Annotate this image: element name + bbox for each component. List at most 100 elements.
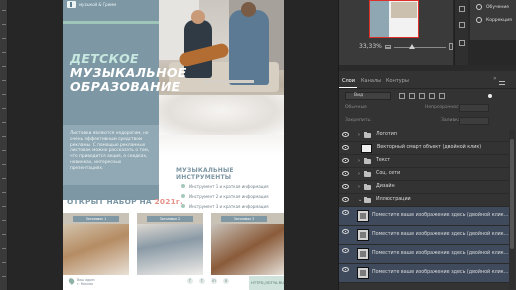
card-photo: [211, 224, 284, 275]
location-pin-icon: [67, 277, 76, 285]
layer-row[interactable]: › Текст: [339, 155, 509, 168]
visibility-eye-icon[interactable]: [342, 267, 349, 272]
filter-smart-icon[interactable]: [439, 93, 445, 99]
visibility-eye-icon[interactable]: [342, 171, 349, 176]
visibility-eye-icon[interactable]: [342, 229, 349, 234]
zoom-slider-handle[interactable]: [409, 44, 415, 49]
layers-scrollbar[interactable]: [509, 129, 515, 289]
navigator-panel: 33,33%: [339, 0, 453, 65]
visibility-eye-icon[interactable]: [342, 145, 349, 150]
folder-icon: [364, 171, 371, 177]
twitter-icon: t: [199, 278, 205, 284]
flyer-title-line1: ДЕТСКОЕ: [70, 51, 139, 66]
photo-card: Заголовок 3: [211, 213, 284, 275]
flyer-accent-bar: [63, 21, 159, 24]
flyer-description-panel: Листовки являются недорогим, но очень эф…: [63, 125, 159, 185]
chevron-right-icon[interactable]: ›: [358, 132, 360, 138]
chevron-down-icon[interactable]: ⌄: [358, 197, 362, 203]
filter-adjustment-icon[interactable]: [409, 93, 415, 99]
opacity-input[interactable]: [459, 104, 489, 112]
zoom-slider[interactable]: [394, 47, 446, 48]
visibility-eye-icon[interactable]: [342, 184, 349, 189]
collapse-icon[interactable]: »: [493, 75, 497, 82]
tab-layers[interactable]: Слои: [342, 78, 355, 84]
card-photo: [63, 224, 129, 275]
tab-channels[interactable]: Каналы: [361, 78, 381, 84]
fill-input[interactable]: [459, 117, 489, 125]
document-canvas[interactable]: музыкой & Гримм ДЕТСКОЕ МУЗЫКАЛЬНОЕ ОБРА…: [8, 0, 338, 290]
visibility-eye-icon[interactable]: [342, 248, 349, 253]
brush-settings-icon[interactable]: [459, 22, 465, 28]
layer-row[interactable]: › Дизайн: [339, 181, 509, 194]
instruments-list: Инструмент 1 и краткая информация Инстру…: [181, 181, 269, 211]
properties-icon[interactable]: [459, 40, 465, 46]
adjustments-item[interactable]: Коррекция: [476, 17, 512, 23]
layer-row[interactable]: Поместите ваше изображение здесь (двойно…: [339, 245, 509, 264]
flyer-document[interactable]: музыкой & Гримм ДЕТСКОЕ МУЗЫКАЛЬНОЕ ОБРА…: [63, 0, 284, 290]
flyer-photo-cards: Заголовок 1 Заголовок 2 Заголовок 3: [63, 213, 284, 275]
layer-row[interactable]: Поместите ваше изображение здесь (двойно…: [339, 264, 509, 283]
layer-row[interactable]: Векторный смарт объект (двойной клик): [339, 142, 509, 155]
layer-thumbnail: [357, 210, 369, 222]
zoom-in-icon[interactable]: [449, 43, 453, 50]
card-label: Заголовок 2: [147, 216, 193, 222]
layer-name: Дизайн: [376, 184, 395, 189]
list-item: Инструмент 1 и краткая информация: [181, 181, 269, 191]
flyer-logo-text: музыкой & Гримм: [79, 2, 117, 7]
learn-item[interactable]: Обучение: [476, 4, 509, 10]
layer-filter-row: Вид: [339, 89, 516, 103]
card-photo: [137, 224, 203, 275]
address: Ваш адрес г. Москва: [77, 278, 95, 286]
layers-list: › Логотип Векторный смарт объект (двойно…: [339, 129, 509, 283]
blend-row: Обычные Непрозрачность:: [339, 103, 516, 115]
filter-shape-icon[interactable]: [429, 93, 435, 99]
instagram-icon: o: [223, 278, 229, 284]
lock-label: Закрепить:: [345, 118, 372, 123]
visibility-eye-icon[interactable]: [342, 132, 349, 137]
card-label: Заголовок 3: [221, 216, 267, 222]
flyer-description: Листовки являются недорогим, но очень эф…: [70, 131, 150, 171]
layer-name: Поместите ваше изображение здесь (двойно…: [372, 270, 509, 275]
visibility-eye-icon[interactable]: [342, 158, 349, 163]
layer-name: Поместите ваше изображение здесь (двойно…: [372, 232, 509, 237]
visibility-eye-icon[interactable]: [342, 197, 349, 202]
layer-name: Иллюстрации: [376, 197, 411, 202]
blend-mode-select[interactable]: Обычные: [345, 105, 367, 110]
linkedin-icon: in: [211, 278, 217, 284]
layer-row[interactable]: › Логотип: [339, 129, 509, 142]
panel-menu-icon[interactable]: [499, 81, 505, 85]
zoom-out-icon[interactable]: [385, 45, 391, 49]
enroll-year: 2021г.: [154, 197, 183, 206]
folder-icon: [364, 132, 371, 138]
bullet-icon: [181, 184, 185, 188]
zoom-level[interactable]: 33,33%: [359, 43, 382, 50]
chevron-right-icon[interactable]: ›: [358, 158, 360, 164]
layer-row[interactable]: ⌄ Иллюстрации: [339, 194, 509, 207]
photoshop-window: музыкой & Гримм ДЕТСКОЕ МУЗЫКАЛЬНОЕ ОБРА…: [0, 0, 516, 290]
folder-icon: [364, 184, 371, 190]
visibility-eye-icon[interactable]: [342, 210, 349, 215]
layer-name: Поместите ваше изображение здесь (двойно…: [372, 213, 509, 218]
filter-toggle[interactable]: [488, 94, 492, 98]
layer-name: Векторный смарт объект (двойной клик): [377, 145, 482, 150]
tab-paths[interactable]: Контуры: [386, 78, 409, 84]
layer-row[interactable]: Поместите ваше изображение здесь (двойно…: [339, 226, 509, 245]
website-box: HTTPS://SITYA.RU: [249, 276, 284, 290]
scrollbar-thumb[interactable]: [510, 139, 514, 249]
panel-icon-strip: [454, 0, 468, 65]
filter-kind-select[interactable]: Вид: [345, 92, 391, 100]
chevron-right-icon[interactable]: ›: [358, 184, 360, 190]
chevron-right-icon[interactable]: ›: [358, 171, 360, 177]
navigator-view-frame[interactable]: [369, 0, 419, 38]
layer-row[interactable]: Поместите ваше изображение здесь (двойно…: [339, 207, 509, 226]
flyer-logo: музыкой & Гримм: [67, 0, 116, 9]
list-item: Инструмент 2 и краткая информация: [181, 191, 269, 201]
navigator-thumbnail[interactable]: [369, 0, 419, 38]
flyer-title-line2: МУЗЫКАЛЬНОЕ: [70, 65, 187, 80]
layer-row[interactable]: › Соц. сети: [339, 168, 509, 181]
filter-pixel-icon[interactable]: [399, 93, 405, 99]
layer-thumbnail: [357, 248, 369, 260]
filter-type-icon[interactable]: [419, 93, 425, 99]
history-icon[interactable]: [459, 6, 465, 12]
website-url: HTTPS://SITYA.RU: [251, 280, 284, 285]
